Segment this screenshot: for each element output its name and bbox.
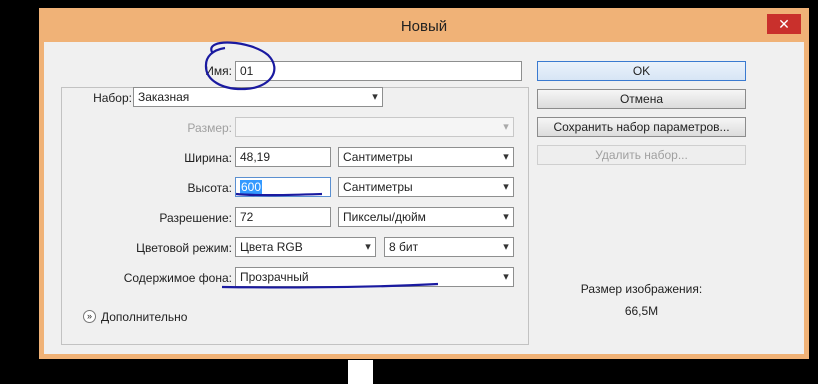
chevron-down-icon: ▾ [503,241,509,253]
color-mode-value: Цвета RGB [240,240,303,254]
preset-select-value: Заказная [138,90,190,104]
chevron-down-icon: ▾ [503,211,509,223]
preset-label: Набор: [64,91,132,105]
chevron-down-icon: ▾ [365,241,371,253]
bit-depth-value: 8 бит [389,240,419,254]
width-unit-select[interactable]: Сантиметры ▾ [338,147,514,167]
chevron-down-icon: ▾ [503,271,509,283]
height-input-value: 600 [240,180,263,194]
close-icon[interactable]: ✕ [767,14,801,34]
cancel-button[interactable]: Отмена [537,89,746,109]
name-input[interactable]: 01 [235,61,522,81]
delete-preset-button: Удалить набор... [537,145,746,165]
image-size-label: Размер изображения: [580,282,703,296]
name-input-value: 01 [240,64,254,78]
advanced-toggle-label[interactable]: Дополнительно [101,310,187,324]
width-input-value: 48,19 [240,150,271,164]
resolution-unit-value: Пикселы/дюйм [343,210,426,224]
chevron-down-icon: ▾ [503,121,509,133]
height-input[interactable]: 600 [235,177,331,197]
width-unit-value: Сантиметры [343,150,413,164]
save-preset-button[interactable]: Сохранить набор параметров... [537,117,746,137]
taskbar-thumbnail [348,360,373,384]
resolution-unit-select[interactable]: Пикселы/дюйм ▾ [338,207,514,227]
expand-chevron-icon[interactable]: » [83,310,96,323]
name-label: Имя: [205,64,232,78]
height-label: Высота: [187,181,232,195]
width-input[interactable]: 48,19 [235,147,331,167]
title-bar[interactable]: Новый ✕ [39,8,809,40]
background-select[interactable]: Прозрачный ▾ [235,267,514,287]
ok-button[interactable]: OK [537,61,746,81]
bit-depth-select[interactable]: 8 бит ▾ [384,237,514,257]
resolution-label: Разрешение: [159,211,232,225]
size-label: Размер: [187,121,232,135]
resolution-input[interactable]: 72 [235,207,331,227]
color-mode-label: Цветовой режим: [136,241,232,255]
background-label: Содержимое фона: [123,271,232,285]
new-document-dialog: Новый ✕ Имя: 01 Набор: Заказная ▾ Размер… [39,8,809,359]
color-mode-select[interactable]: Цвета RGB ▾ [235,237,376,257]
dialog-body: Имя: 01 Набор: Заказная ▾ Размер: ▾ Шири… [44,42,804,354]
chevron-down-icon: ▾ [503,151,509,163]
height-unit-value: Сантиметры [343,180,413,194]
dialog-title: Новый [400,18,448,35]
chevron-down-icon: ▾ [372,91,378,103]
height-unit-select[interactable]: Сантиметры ▾ [338,177,514,197]
preset-select[interactable]: Заказная ▾ [133,87,383,107]
image-size-value: 66,5M [624,304,659,318]
size-select: ▾ [235,117,514,137]
width-label: Ширина: [184,151,232,165]
chevron-down-icon: ▾ [503,181,509,193]
background-value: Прозрачный [240,270,309,284]
resolution-input-value: 72 [240,210,254,224]
